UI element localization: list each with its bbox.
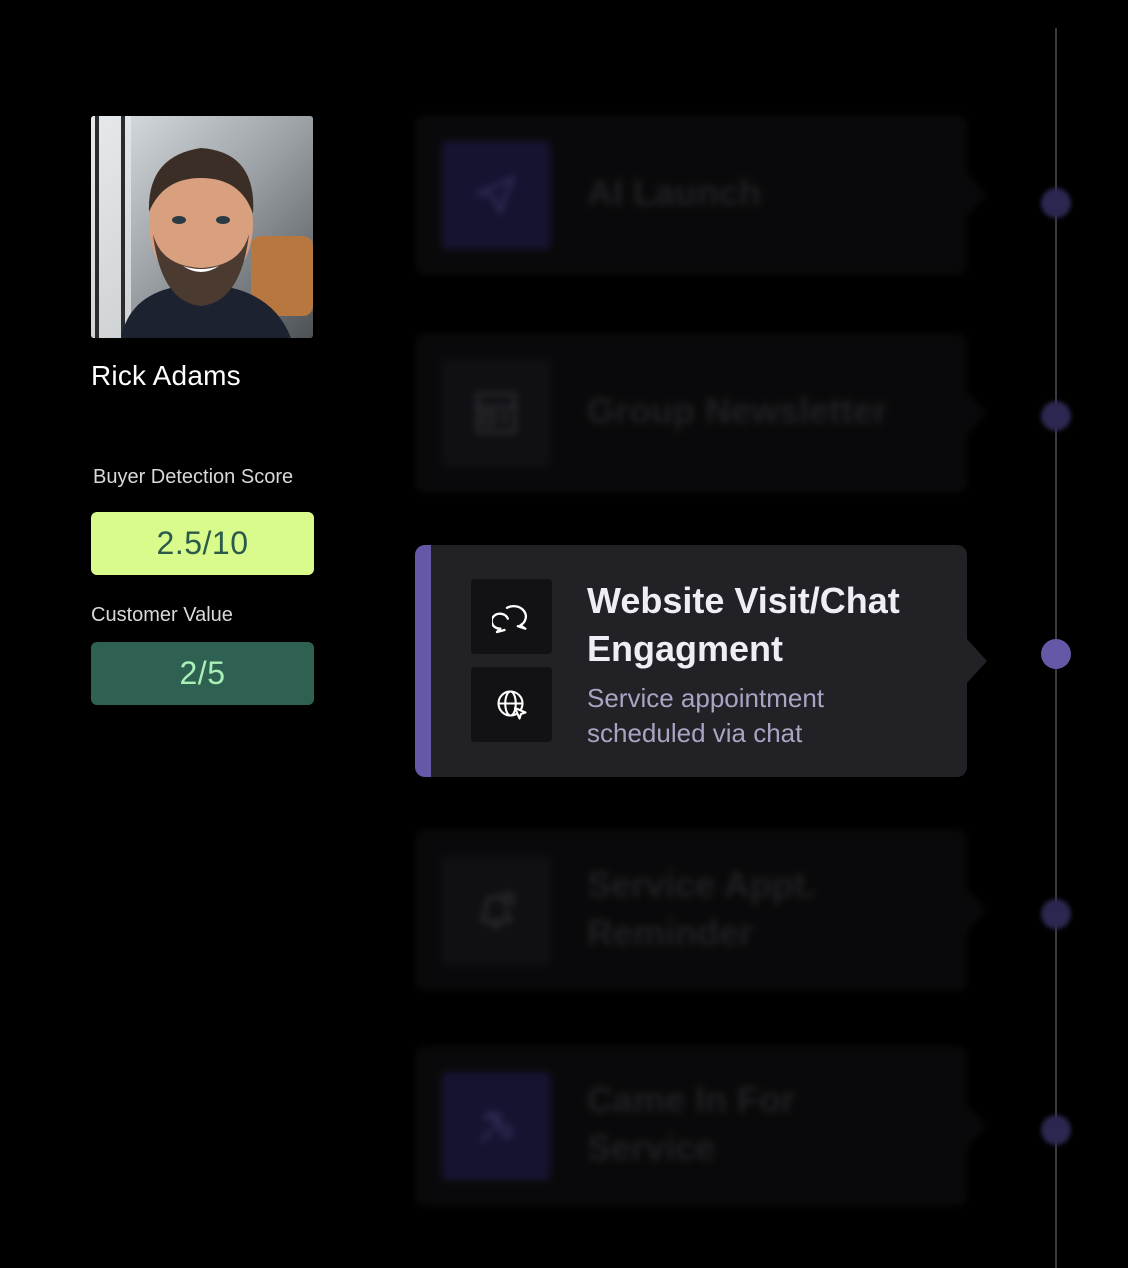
customer-value-label: Customer Value xyxy=(91,604,233,626)
profile-name: Rick Adams xyxy=(91,360,241,391)
card-pointer xyxy=(967,1104,987,1148)
card-pointer xyxy=(967,888,987,932)
timeline-event-card[interactable]: Service Appt. Reminder xyxy=(415,829,987,991)
active-accent-bar xyxy=(415,545,431,777)
chat-bubbles-icon xyxy=(471,579,552,654)
buyer-detection-score-badge: 2.5/10 xyxy=(91,512,314,575)
timeline-dot xyxy=(1041,188,1071,218)
timeline-event-card[interactable]: AI Launch xyxy=(415,115,987,275)
buyer-detection-label: Buyer Detection Score xyxy=(93,466,294,488)
avatar-portrait xyxy=(91,116,313,338)
card-pointer xyxy=(967,173,987,217)
event-title: Came In For Service xyxy=(587,1079,796,1168)
bell-icon xyxy=(442,857,550,965)
card-pointer xyxy=(967,391,987,435)
event-title: Service Appt. Reminder xyxy=(587,864,816,953)
timeline-dot-active xyxy=(1041,639,1071,669)
timeline-dot xyxy=(1041,899,1071,929)
event-title: Website Visit/Chat Engagment xyxy=(587,580,900,669)
card-pointer xyxy=(967,639,987,683)
globe-cursor-icon xyxy=(471,667,552,742)
event-subtitle: Service appointment scheduled via chat xyxy=(587,683,825,748)
send-icon xyxy=(442,141,550,249)
timeline-event-card[interactable]: Group Newsletter xyxy=(415,333,987,493)
event-title: Group Newsletter xyxy=(587,390,888,431)
customer-value-badge: 2/5 xyxy=(91,642,314,705)
timeline-dot xyxy=(1041,401,1071,431)
wrench-icon xyxy=(442,1072,550,1180)
timeline-event-card[interactable]: Came In For Service xyxy=(415,1046,987,1206)
avatar xyxy=(91,116,313,338)
newsletter-icon xyxy=(442,359,550,467)
timeline-event-card-active[interactable]: Website Visit/Chat Engagment Service app… xyxy=(415,545,987,777)
timeline-dot xyxy=(1041,1115,1071,1145)
event-title: AI Launch xyxy=(587,172,762,213)
